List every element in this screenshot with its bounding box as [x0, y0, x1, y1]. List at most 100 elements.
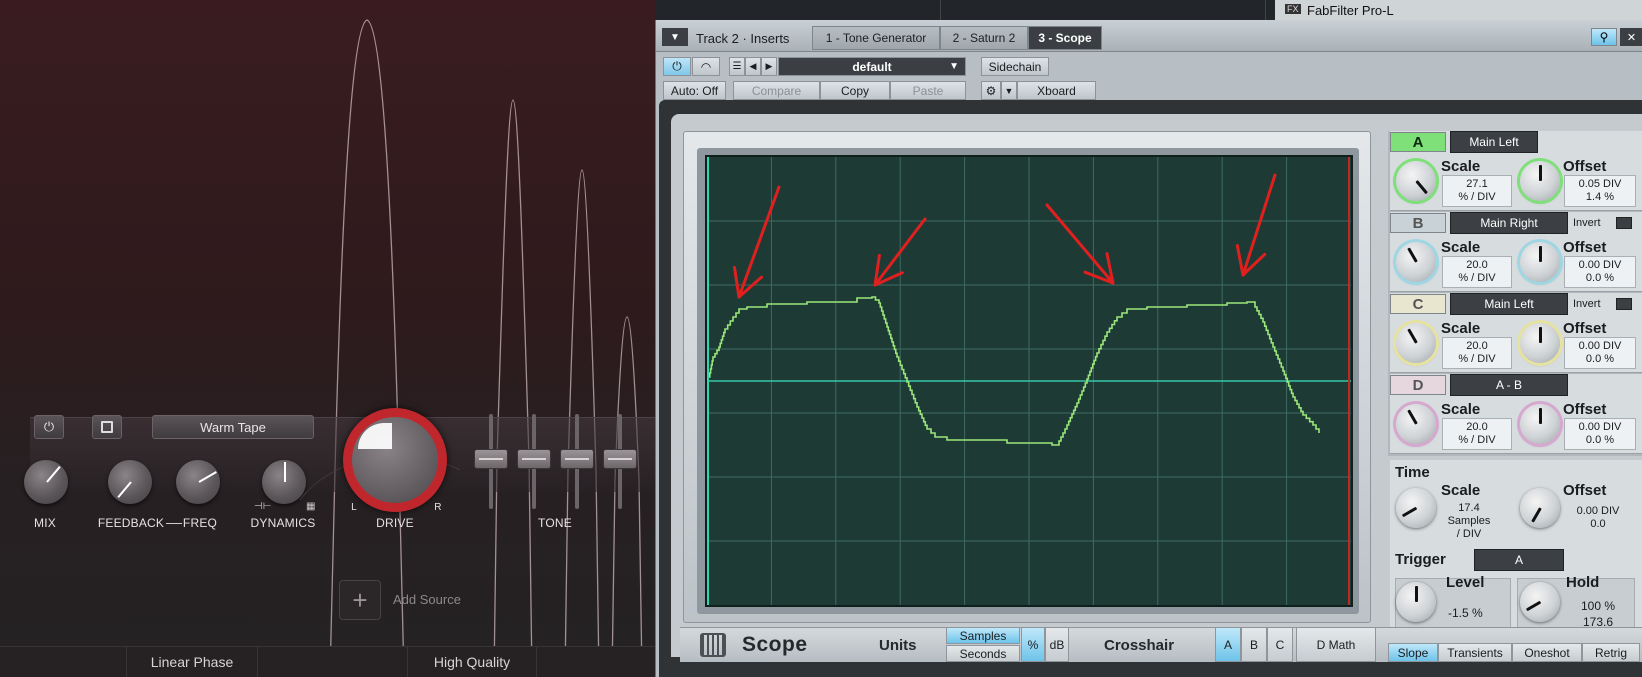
settings-button[interactable]: ⚙ [981, 81, 1001, 100]
trigger-source-dropdown[interactable]: A [1474, 549, 1564, 571]
time-scale-knob[interactable] [1396, 488, 1436, 528]
window-menu-button[interactable]: ▼ [662, 28, 688, 46]
channel-3-scale-knob[interactable] [1396, 404, 1436, 444]
settings-menu-button[interactable]: ▼ [1001, 81, 1017, 100]
tab-saturn[interactable]: 2 - Saturn 2 [940, 26, 1028, 50]
dmath-label: D Math [1316, 637, 1356, 652]
slope-label: Slope [1397, 645, 1429, 660]
automation-button[interactable]: Auto: Off [663, 81, 726, 100]
insert-slot-label: FabFilter Pro-L [1307, 3, 1394, 18]
trigger-section-label: Trigger [1395, 551, 1446, 568]
oneshot-button[interactable]: Oneshot [1512, 643, 1582, 662]
time-scale-unit2: / DIV [1456, 528, 1482, 540]
units-samples-button[interactable]: Samples [946, 627, 1020, 644]
db-button[interactable]: dB [1045, 627, 1069, 662]
channel-2-source-dropdown[interactable]: Main Left [1450, 293, 1568, 315]
scale-label: Scale [1441, 158, 1481, 175]
channel-3-enable-button[interactable]: D [1390, 375, 1446, 395]
tone-fader-4[interactable] [603, 449, 637, 469]
tab-tone-generator[interactable]: 1 - Tone Generator [812, 26, 940, 50]
channel-2-offset-knob[interactable] [1520, 323, 1560, 363]
scale-unit: % / DIV [1458, 191, 1496, 203]
annotation-arrows [732, 173, 1277, 299]
tone-fader-2[interactable] [517, 449, 551, 469]
linear-phase-button[interactable]: Linear Phase [126, 646, 258, 677]
mix-knob[interactable] [24, 460, 68, 504]
channel-0-offset-knob[interactable] [1520, 161, 1560, 201]
compare-button[interactable]: Compare [733, 81, 820, 100]
list-icon: ☰ [732, 61, 742, 72]
dmath-button[interactable]: D Math [1296, 627, 1376, 662]
preset-list-button[interactable]: ☰ [729, 57, 745, 76]
channel-1-scale-knob[interactable] [1396, 242, 1436, 282]
dynamics-knob[interactable] [262, 460, 306, 504]
channel-3-offset-knob[interactable] [1520, 404, 1560, 444]
pin-button[interactable]: ⚲ [1591, 28, 1617, 46]
crosshair-c-button[interactable]: C [1267, 627, 1293, 662]
insert-slot[interactable]: FX FabFilter Pro-L [1275, 0, 1642, 20]
power-icon: ⏻ [672, 59, 682, 73]
channel-0-source-dropdown[interactable]: Main Left [1450, 131, 1538, 153]
power-button[interactable]: ⏻ [663, 57, 691, 76]
tone-fader-3[interactable] [560, 449, 594, 469]
next-preset-button[interactable]: ▶ [761, 57, 777, 76]
saturation-style-dropdown[interactable]: Warm Tape [152, 415, 314, 439]
paste-button[interactable]: Paste [890, 81, 966, 100]
channel-1-offset-knob[interactable] [1520, 242, 1560, 282]
previous-preset-button[interactable]: ◀ [745, 57, 761, 76]
channel-1-offset-readout: 0.00 DIV 0.0 % [1564, 256, 1636, 288]
offset-percent: 0.0 % [1585, 272, 1615, 284]
preset-dropdown[interactable]: default ▼ [778, 57, 966, 76]
channel-1-enable-button[interactable]: B [1390, 213, 1446, 233]
offset-percent: 0.0 % [1585, 353, 1615, 365]
crosshair-a-button[interactable]: A [1215, 627, 1241, 662]
tone-fader-1[interactable] [474, 449, 508, 469]
xboard-button[interactable]: Xboard [1017, 81, 1096, 100]
saturation-style-label: Warm Tape [200, 419, 266, 435]
close-icon: ✕ [1626, 31, 1637, 44]
channel-0-enable-button[interactable]: A [1390, 132, 1446, 152]
band-power-button[interactable]: ⏻ [34, 415, 64, 439]
trigger-hold-knob[interactable] [1520, 582, 1560, 622]
slope-button[interactable]: Slope [1388, 643, 1438, 662]
band-save-button[interactable] [92, 415, 122, 439]
channel-2-invert-checkbox[interactable] [1616, 298, 1632, 310]
channel-1-source-dropdown[interactable]: Main Right [1450, 212, 1568, 234]
window-title: Track 2 · Inserts [696, 31, 790, 46]
trigger-hold-value: 100 % [1580, 599, 1616, 613]
add-source-button[interactable]: + [339, 580, 381, 620]
channel-0-scale-knob[interactable] [1396, 161, 1436, 201]
saturn-curve-4 [611, 316, 643, 677]
scope-display[interactable] [705, 155, 1353, 607]
drive-knob[interactable] [352, 417, 438, 503]
channel-3-source-dropdown[interactable]: A - B [1450, 374, 1568, 396]
scale-unit: % / DIV [1458, 272, 1496, 284]
time-offset-knob[interactable] [1520, 488, 1560, 528]
channel-2-enable-button[interactable]: C [1390, 294, 1446, 314]
saturn-band-display [299, 19, 643, 677]
saturn-curve-2 [493, 99, 533, 677]
feedback-knob[interactable] [108, 460, 152, 504]
tab-scope[interactable]: 3 - Scope [1028, 26, 1102, 50]
drive-left-label: L [351, 502, 357, 513]
freq-knob[interactable] [176, 460, 220, 504]
tab-label: 1 - Tone Generator [825, 31, 927, 45]
drive-knob-ring[interactable] [343, 408, 447, 512]
close-button[interactable]: ✕ [1620, 28, 1642, 46]
percent-button[interactable]: % [1021, 627, 1045, 662]
copy-button[interactable]: Copy [820, 81, 890, 100]
channel-1-invert-checkbox[interactable] [1616, 217, 1632, 229]
scale-value: 27.1 [1466, 178, 1488, 190]
crosshair-b-button[interactable]: B [1241, 627, 1267, 662]
units-seconds-button[interactable]: Seconds [946, 645, 1020, 662]
trigger-level-knob[interactable] [1396, 582, 1436, 622]
sidechain-button[interactable]: Sidechain [981, 57, 1049, 76]
high-quality-button[interactable]: High Quality [407, 646, 537, 677]
time-offset-readout: 0.00 DIV 0.0 [1563, 503, 1633, 537]
channel-2-scale-knob[interactable] [1396, 323, 1436, 363]
saturn-plugin: ⏻ Warm Tape MIX FEEDBACK FREQ DYNAMICS ⊣… [0, 0, 655, 677]
transients-button[interactable]: Transients [1438, 643, 1512, 662]
bypass-view-button[interactable]: ◠ [692, 57, 720, 76]
annotation-arrowhead [1235, 244, 1245, 277]
retrig-button[interactable]: Retrig [1582, 643, 1640, 662]
